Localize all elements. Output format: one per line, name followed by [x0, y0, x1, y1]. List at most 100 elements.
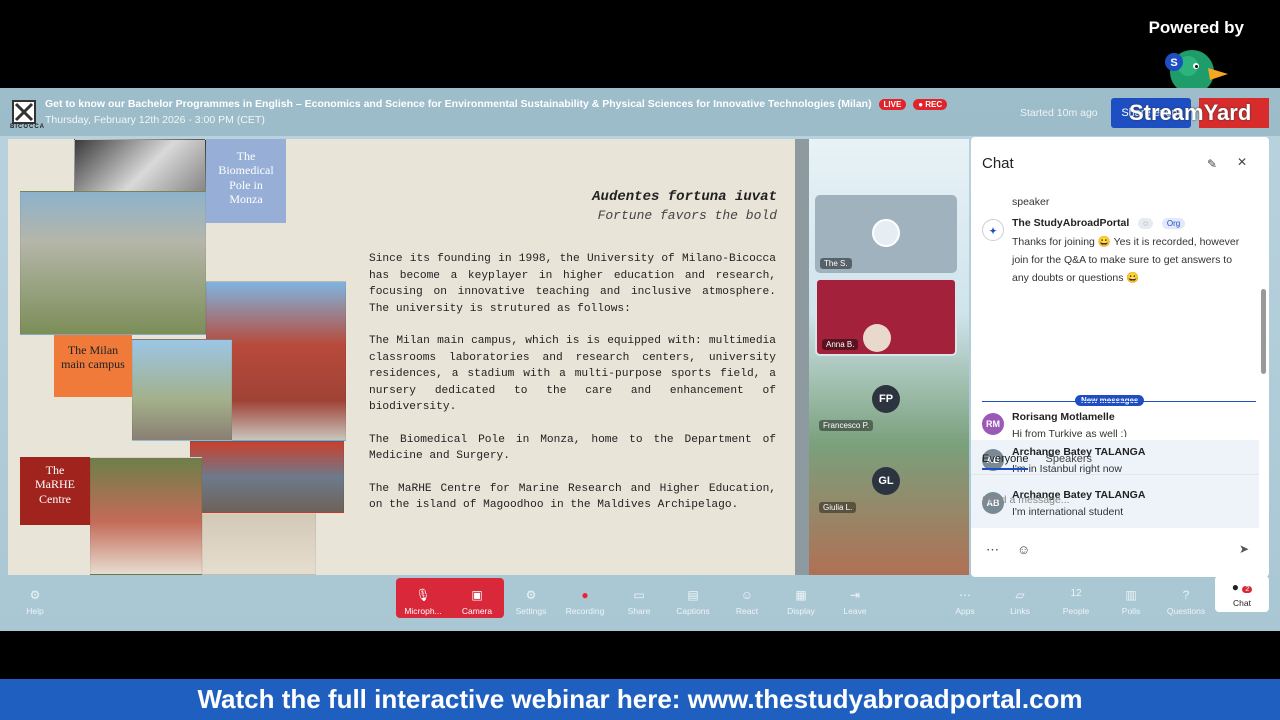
event-title-text: Get to know our Bachelor Programmes in E…	[45, 98, 872, 110]
participant-label: The S.	[820, 258, 852, 269]
participant-tile-anna-b[interactable]: Anna B.	[815, 278, 957, 356]
tab-everyone[interactable]: Everyone	[982, 453, 1029, 470]
chat-message-input[interactable]: Send a message...	[982, 494, 1070, 506]
event-title: Get to know our Bachelor Programmes in E…	[45, 98, 948, 110]
message-text: Hi from Turkiye as well :)	[1012, 428, 1127, 437]
captions-icon: ▤	[687, 588, 699, 602]
header-bar: BICOCCA Get to know our Bachelor Program…	[0, 88, 1280, 136]
chat-button[interactable]: ● 2 Chat	[1215, 576, 1269, 612]
participants-panel: The S. Anna B. FP Francesco P. GL Giulia…	[809, 139, 969, 575]
participant-label-gl: Giulia L.	[819, 502, 857, 513]
recording-label: Recording	[565, 606, 605, 616]
promo-banner: Watch the full interactive webinar here:…	[0, 679, 1280, 720]
settings-button[interactable]: ⚙ Settings	[504, 578, 558, 631]
slide-paragraph: The MaRHE Centre for Marine Research and…	[369, 482, 776, 512]
bicocca-logo-text: BICOCCA	[10, 124, 45, 130]
rec-badge-text: REC	[925, 99, 943, 109]
react-icon: ☺	[740, 588, 754, 602]
react-label: React	[735, 606, 759, 616]
milan-campus-photo	[132, 339, 232, 441]
emoji-icon[interactable]: ☺	[1017, 542, 1030, 557]
message-author: Rorisang Motlamelle	[1012, 411, 1115, 423]
milan-note: The Milan main campus	[54, 335, 132, 397]
participant-avatar-fp[interactable]: FP	[872, 385, 900, 413]
polls-icon: ▥	[1125, 588, 1137, 602]
biomedical-note: The Biomedical Pole in Monza	[206, 139, 286, 223]
message-text: speaker	[1012, 196, 1050, 208]
questions-button[interactable]: ? Questions	[1159, 578, 1213, 631]
presentation-slide: The Biomedical Pole in Monza The Milan m…	[8, 139, 795, 575]
live-badge: LIVE	[878, 98, 907, 110]
polls-button[interactable]: ▥ Polls	[1104, 578, 1158, 631]
camera-label: Camera	[461, 606, 493, 616]
participant-tile-the-s[interactable]: The S.	[815, 195, 957, 273]
rec-badge: ● REC	[913, 98, 948, 110]
people-button[interactable]: 12 People	[1049, 578, 1103, 631]
aerial-campus-photo	[20, 191, 206, 335]
links-label: Links	[1010, 606, 1030, 616]
bicocca-logo	[12, 100, 36, 124]
started-time: Started 10m ago	[1020, 107, 1098, 119]
participant-label-fp: Francesco P.	[819, 420, 874, 431]
gear-icon: ⚙	[525, 588, 537, 602]
participant-video	[863, 324, 891, 352]
new-messages-divider	[982, 401, 1256, 402]
pin-icon[interactable]: ✎	[1207, 157, 1217, 171]
streamyard-studio: BICOCCA Get to know our Bachelor Program…	[0, 88, 1280, 631]
avatar	[872, 219, 900, 247]
group-photo	[190, 441, 344, 513]
event-date: Thursday, February 12th 2026 - 3:00 PM (…	[45, 114, 265, 126]
more-options-icon[interactable]: ⋯	[986, 542, 999, 558]
react-button[interactable]: ☺ React	[720, 578, 774, 631]
streamyard-brand: Share event StreamYard	[1111, 98, 1269, 128]
recording-button[interactable]: ● Recording	[558, 578, 612, 631]
help-button[interactable]: ⚙ Help	[8, 578, 62, 631]
captions-button[interactable]: ▤ Captions	[666, 578, 720, 631]
marhe-note: The MaRHE Centre	[20, 457, 90, 525]
leave-icon: ⇥	[849, 588, 861, 602]
apps-icon: ⋯	[959, 588, 971, 602]
microphone-button[interactable]: 🎙 Microph...	[396, 578, 450, 631]
avatar: RM	[982, 413, 1004, 435]
screen: Powered by S BICOCCA Get to know our Bac…	[0, 0, 1280, 720]
slide-edge	[795, 139, 809, 575]
leave-button[interactable]: ⇥ Leave	[828, 578, 882, 631]
shield-icon: ◌	[1138, 218, 1153, 229]
share-button[interactable]: ▭ Share	[612, 578, 666, 631]
beach-photo	[90, 457, 202, 575]
powered-by-label: Powered by	[1148, 18, 1244, 37]
chat-scrollbar[interactable]	[1261, 289, 1266, 374]
display-label: Display	[787, 606, 815, 616]
chat-tabs: Everyone Speakers	[982, 453, 1106, 470]
camera-button[interactable]: ▣ Camera	[450, 578, 504, 631]
chat-input-divider	[971, 474, 1259, 475]
org-tag: Org	[1161, 218, 1186, 229]
chat-label: Chat	[1233, 598, 1251, 608]
apps-label: Apps	[955, 606, 975, 616]
close-icon[interactable]: ✕	[1237, 155, 1247, 169]
send-icon[interactable]: ➤	[1239, 542, 1249, 556]
slide-paragraph: The Milan main campus, which is is equip…	[369, 335, 776, 413]
help-icon: ⚙	[29, 588, 41, 602]
record-icon: ●	[581, 588, 589, 602]
bottom-toolbar: ⚙ Help 🎙 Microph... ▣ Camera ⚙ Settings ● Rec…	[0, 576, 1280, 631]
display-layout-icon: ▦	[795, 588, 807, 602]
chat-messages: speaker ✦ The StudyAbroadPortal ◌ Org Th…	[971, 187, 1259, 437]
links-button[interactable]: ▱ Links	[993, 578, 1047, 631]
captions-label: Captions	[676, 606, 710, 616]
apps-button[interactable]: ⋯ Apps	[938, 578, 992, 631]
chat-icon: ● 2	[1215, 580, 1269, 594]
tab-speakers[interactable]: Speakers	[1046, 453, 1092, 468]
slide-body: Since its founding in 1998, the Universi…	[369, 251, 776, 530]
microphone-label: Microph...	[404, 606, 442, 616]
slide-paragraph: Since its founding in 1998, the Universi…	[369, 253, 776, 315]
chat-unread-badge: 2	[1242, 586, 1253, 593]
participant-avatar-gl[interactable]: GL	[872, 467, 900, 495]
people-count: 12	[1070, 588, 1082, 599]
display-button[interactable]: ▦ Display	[774, 578, 828, 631]
slide-paragraph: The Biomedical Pole in Monza, home to th…	[369, 433, 776, 463]
participant-label: Anna B.	[822, 339, 859, 350]
settings-label: Settings	[515, 606, 547, 616]
photo-collage: The Biomedical Pole in Monza The Milan m…	[20, 139, 346, 575]
streamyard-wordmark: StreamYard	[1129, 100, 1252, 125]
